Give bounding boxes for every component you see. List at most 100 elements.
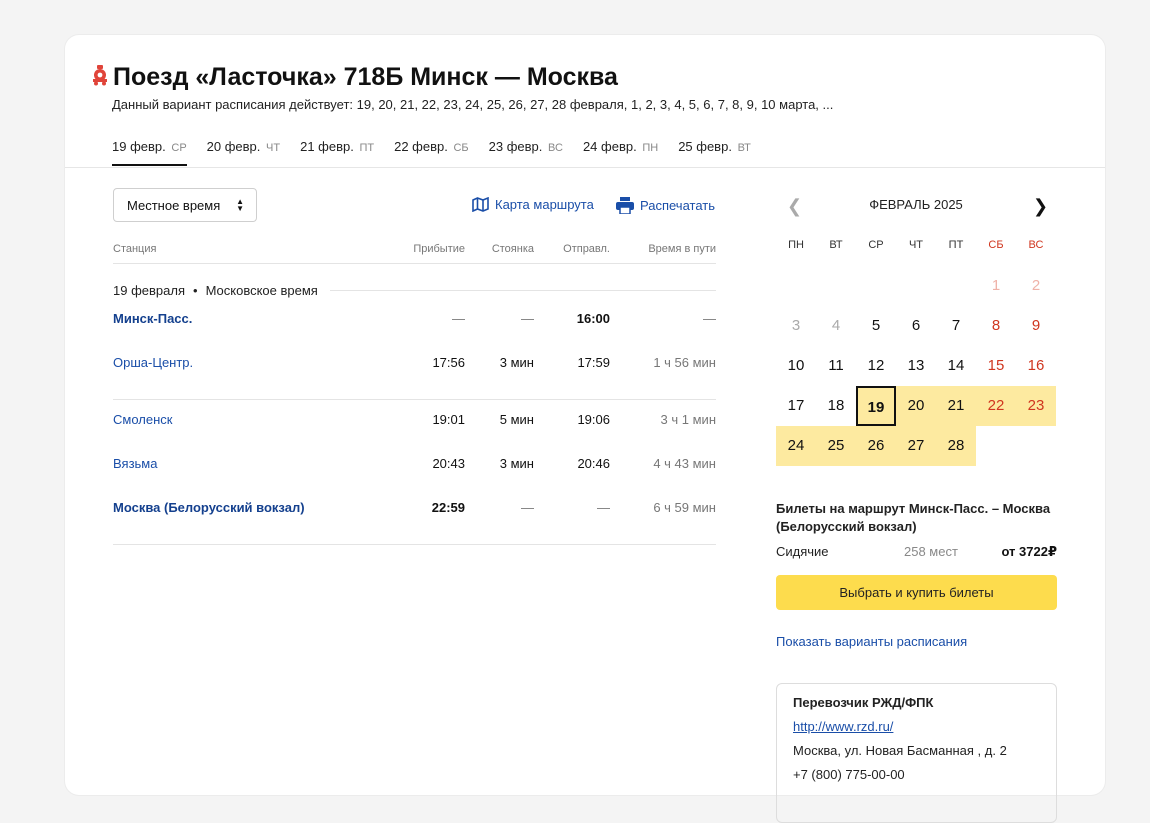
tabs-divider <box>65 167 1105 168</box>
station-link[interactable]: Минск-Пасс. <box>113 311 192 326</box>
tab-date-label: 22 февр. <box>394 139 448 154</box>
select-arrows-icon: ▲ ▼ <box>236 197 244 213</box>
calendar-day[interactable]: 16 <box>1016 346 1056 386</box>
schedule-variants-link[interactable]: Показать варианты расписания <box>776 634 967 649</box>
carrier-website-link[interactable]: http://www.rzd.ru/ <box>793 719 1040 735</box>
tab-date[interactable]: 24 февр. ПН <box>583 139 658 166</box>
calendar-day[interactable]: 14 <box>936 346 976 386</box>
column-header-travel-time: Время в пути <box>648 243 716 255</box>
tab-date-label: 25 февр. <box>678 139 732 154</box>
tab-date-label: 24 февр. <box>582 139 637 154</box>
date-group-header: 19 февраля • Московское время <box>113 283 716 298</box>
departure-time: 20:46 <box>577 456 610 471</box>
tab-date[interactable]: 19 февр. СР <box>112 139 187 166</box>
fare-price: от 3722₽ <box>1001 544 1057 559</box>
calendar-day: 2 <box>1031 277 1041 294</box>
page-title: Поезд «Ласточка» 718Б Минск — Москва <box>113 63 618 91</box>
table-header: Станция Прибытие Стоянка Отправл. Время … <box>113 243 716 264</box>
station-link[interactable]: Вязьма <box>113 456 157 471</box>
tab-date[interactable]: 23 февр. ВС <box>489 139 563 166</box>
tab-date-label: 20 февр. <box>206 139 261 154</box>
table-bottom-divider <box>113 544 716 545</box>
carrier-phone: +7 (800) 775-00-00 <box>793 767 905 782</box>
table-row: Москва (Белорусский вокзал) 22:59 — — 6 … <box>113 500 716 518</box>
divider <box>329 290 716 291</box>
tab-date[interactable]: 25 февр. ВТ <box>678 139 751 166</box>
calendar-weekday: СБ <box>988 239 1004 251</box>
calendar-day-selected[interactable]: 19 <box>856 386 896 426</box>
calendar-weekday: ВС <box>1028 239 1044 251</box>
calendar-day[interactable]: 20 <box>896 386 936 426</box>
schedule-card: Поезд «Ласточка» 718Б Минск — Москва Дан… <box>65 35 1105 823</box>
calendar-day: 3 <box>791 317 801 334</box>
calendar-day[interactable]: 23 <box>1016 386 1056 426</box>
calendar-day[interactable]: 11 <box>816 346 856 386</box>
buy-tickets-button[interactable]: Выбрать и купить билеты <box>776 575 1057 610</box>
calendar-day[interactable]: 10 <box>776 346 816 386</box>
tab-weekday: ПН <box>642 142 659 154</box>
calendar-day[interactable]: 5 <box>856 306 896 346</box>
print-link[interactable]: Распечатать <box>616 197 715 214</box>
arrival-time: 17:56 <box>432 355 465 370</box>
tickets-title: Билеты на маршрут Минск-Пасс. – Москва (… <box>776 501 1051 534</box>
calendar-weekday: ВТ <box>829 239 843 251</box>
route-map-link[interactable]: Карта маршрута <box>472 197 594 212</box>
tab-date[interactable]: 21 февр. ПТ <box>300 139 374 166</box>
timezone-select-value: Местное время <box>127 197 221 213</box>
arrival-time: 19:01 <box>432 412 465 427</box>
table-row: Минск-Пасс. — — 16:00 — <box>113 311 716 329</box>
tab-weekday: СБ <box>453 142 469 154</box>
column-header-station: Станция <box>113 243 157 255</box>
calendar-day[interactable]: 7 <box>936 306 976 346</box>
tab-date-label: 19 февр. <box>112 139 166 154</box>
station-link[interactable]: Смоленск <box>113 412 172 427</box>
route-map-label: Карта маршрута <box>495 197 594 212</box>
fare-row: Сидячие 258 мест от 3722₽ <box>776 544 1057 562</box>
tab-weekday: ВТ <box>737 142 751 154</box>
calendar-day[interactable]: 18 <box>816 386 856 426</box>
printer-icon <box>616 197 634 214</box>
departure-time: 19:06 <box>577 412 610 427</box>
departure-time: — <box>597 500 610 515</box>
fare-class: Сидячие <box>776 544 829 559</box>
print-label: Распечатать <box>640 198 716 213</box>
calendar-day[interactable]: 9 <box>1016 306 1056 346</box>
calendar-day[interactable]: 13 <box>896 346 936 386</box>
calendar-month-title: ФЕВРАЛЬ 2025 <box>869 197 963 212</box>
table-row: Смоленск 19:01 5 мин 19:06 3 ч 1 мин <box>113 412 716 430</box>
departure-time: 17:59 <box>577 355 610 370</box>
calendar-weekday: ПН <box>788 239 804 251</box>
calendar-day[interactable]: 6 <box>896 306 936 346</box>
tab-date[interactable]: 20 февр. ЧТ <box>207 139 280 166</box>
calendar-day[interactable]: 21 <box>936 386 976 426</box>
stop-duration: 5 мин <box>499 412 534 427</box>
tab-weekday: ВС <box>548 142 563 154</box>
timezone-label: Московское время <box>205 283 318 298</box>
station-link[interactable]: Орша-Центр. <box>113 355 193 370</box>
stop-duration: — <box>521 311 534 326</box>
calendar-day[interactable]: 12 <box>856 346 896 386</box>
stop-duration: — <box>521 500 534 515</box>
calendar-day[interactable]: 24 <box>776 426 816 466</box>
station-link[interactable]: Москва (Белорусский вокзал) <box>113 500 305 515</box>
calendar-day[interactable]: 28 <box>936 426 976 466</box>
calendar-day[interactable]: 17 <box>776 386 816 426</box>
calendar-day: 1 <box>991 277 1001 294</box>
calendar-day: 4 <box>831 317 841 334</box>
calendar-day[interactable]: 22 <box>976 386 1016 426</box>
calendar-day[interactable]: 25 <box>816 426 856 466</box>
calendar-weekday: ЧТ <box>908 239 924 251</box>
calendar-day[interactable]: 8 <box>976 306 1016 346</box>
stop-duration: 3 мин <box>499 456 534 471</box>
calendar-day[interactable]: 26 <box>856 426 896 466</box>
schedule-validity-text: Данный вариант расписания действует: 19,… <box>112 97 834 112</box>
column-header-stop: Стоянка <box>491 243 534 255</box>
date-tabs: 19 февр. СР 20 февр. ЧТ 21 февр. ПТ 22 ф… <box>112 139 771 166</box>
calendar-day[interactable]: 15 <box>976 346 1016 386</box>
tab-date[interactable]: 22 февр. СБ <box>394 139 469 166</box>
chevron-right-icon[interactable]: ❯ <box>1033 196 1048 217</box>
travel-time: 1 ч 56 мин <box>653 355 716 370</box>
calendar-day[interactable]: 27 <box>896 426 936 466</box>
travel-time: 4 ч 43 мин <box>653 456 716 471</box>
timezone-select[interactable]: Местное время ▲ ▼ <box>113 188 257 222</box>
